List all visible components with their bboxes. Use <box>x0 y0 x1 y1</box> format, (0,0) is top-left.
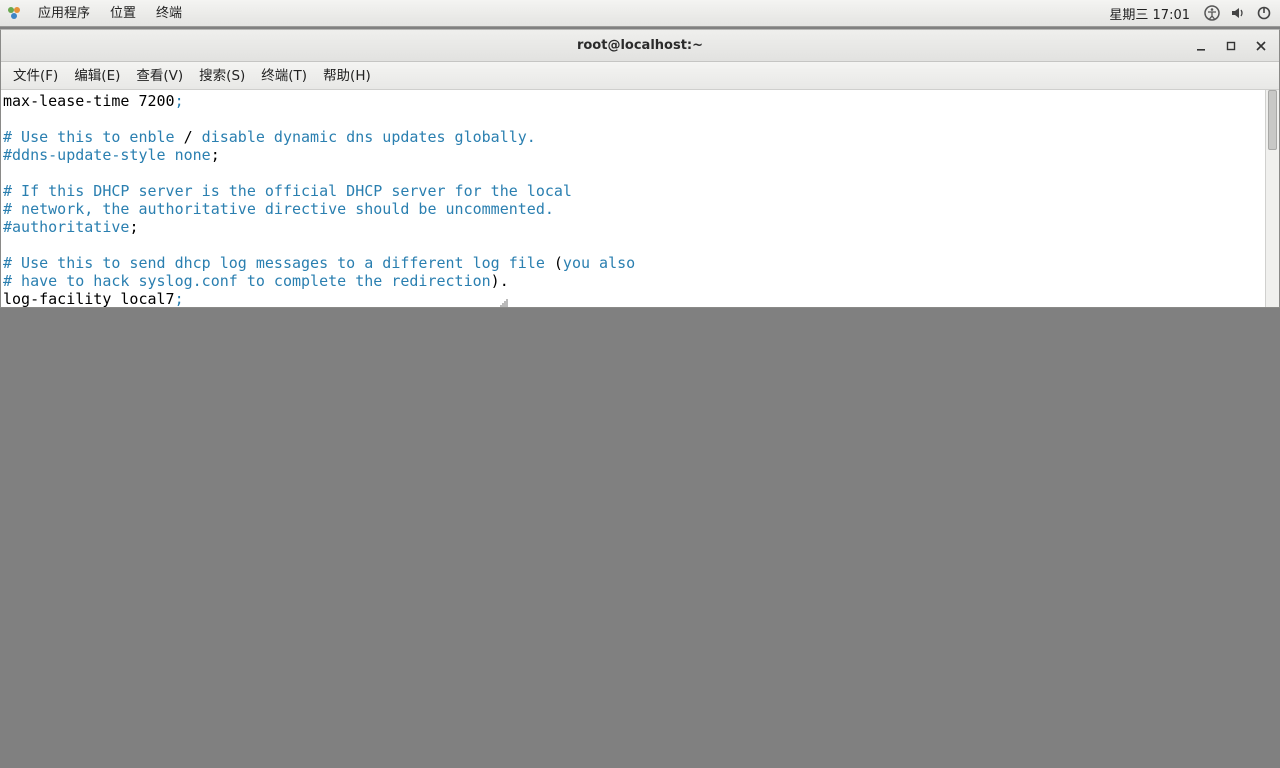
maximize-button[interactable] <box>1217 34 1245 58</box>
terminal-scrollbar[interactable] <box>1265 90 1279 307</box>
minimize-button[interactable] <box>1187 34 1215 58</box>
panel-menu-terminal[interactable]: 终端 <box>146 0 192 27</box>
menu-view[interactable]: 查看(V) <box>128 62 191 90</box>
menu-terminal[interactable]: 终端(T) <box>253 62 315 90</box>
panel-clock[interactable]: 星期三 17:01 <box>1105 4 1194 23</box>
menu-file[interactable]: 文件(F) <box>5 62 66 90</box>
terminal-menubar: 文件(F) 编辑(E) 查看(V) 搜索(S) 终端(T) 帮助(H) <box>1 62 1279 90</box>
menu-help[interactable]: 帮助(H) <box>315 62 379 90</box>
menu-search[interactable]: 搜索(S) <box>191 62 253 90</box>
terminal-viewport[interactable]: max-lease-time 7200; # Use this to enble… <box>1 90 1279 307</box>
gnome-top-panel: 应用程序 位置 终端 星期三 17:01 <box>0 0 1280 27</box>
panel-right: 星期三 17:01 <box>1105 4 1280 23</box>
resize-grip-icon[interactable] <box>499 293 511 305</box>
panel-menu-applications[interactable]: 应用程序 <box>28 0 100 27</box>
terminal-window: root@localhost:~ 文件(F) 编辑(E) 查看(V) 搜索(S)… <box>0 29 1280 308</box>
activities-icon[interactable] <box>6 5 22 21</box>
volume-icon[interactable] <box>1230 5 1246 21</box>
power-icon[interactable] <box>1256 5 1272 21</box>
panel-menu-places[interactable]: 位置 <box>100 0 146 27</box>
window-titlebar[interactable]: root@localhost:~ <box>1 30 1279 62</box>
panel-left: 应用程序 位置 终端 <box>0 0 192 27</box>
window-title: root@localhost:~ <box>1 38 1279 53</box>
terminal-text: max-lease-time 7200; # Use this to enble… <box>3 92 1277 307</box>
accessibility-icon[interactable] <box>1204 5 1220 21</box>
close-button[interactable] <box>1247 34 1275 58</box>
window-controls <box>1187 30 1275 62</box>
scrollbar-thumb[interactable] <box>1268 90 1277 150</box>
menu-edit[interactable]: 编辑(E) <box>66 62 128 90</box>
